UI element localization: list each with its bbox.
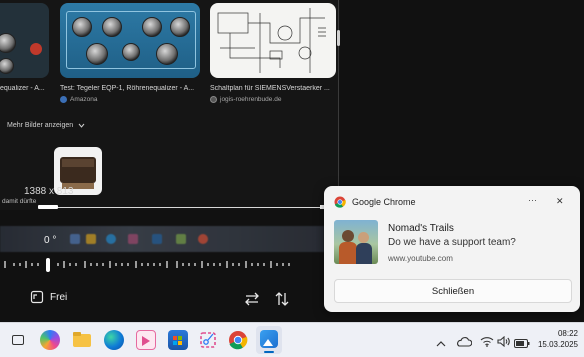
result-source-2-label: Amazona [70, 96, 98, 103]
notification-more-button[interactable]: ··· [528, 195, 537, 205]
chrome-taskbar-icon[interactable] [228, 330, 248, 350]
task-view-icon[interactable] [8, 330, 28, 350]
result-caption-1[interactable]: equalizer - A... [0, 85, 50, 92]
file-explorer-icon[interactable] [72, 330, 92, 350]
result-thumbnail-2[interactable] [60, 3, 200, 78]
result-source-2[interactable]: Amazona [60, 96, 97, 103]
result-source-3-label: jogis-roehrenbude.de [220, 96, 282, 103]
notification-dismiss-label: Schließen [431, 285, 475, 297]
clipchamp-icon[interactable] [136, 330, 156, 350]
notification-app-name: Google Chrome [352, 197, 416, 207]
notification-image [334, 220, 378, 264]
flip-horizontal-button[interactable] [244, 291, 260, 307]
notification-title: Nomad's Trails [388, 223, 454, 234]
clock-time: 08:22 [557, 329, 578, 338]
aspect-free-label: Frei [50, 291, 68, 303]
notification-close-button[interactable]: ✕ [556, 196, 564, 207]
chrome-taskbar-glyph [229, 331, 248, 350]
amazona-favicon-icon [60, 96, 67, 103]
result-caption-2[interactable]: Test: Tegeler EQP-1, Röhrenequalizer - A… [60, 85, 202, 92]
crop-handle-left[interactable] [38, 205, 58, 209]
rotation-slider-thumb[interactable] [46, 258, 50, 272]
snipping-tool-icon[interactable] [198, 330, 218, 350]
flip-horizontal-icon [245, 292, 259, 306]
notification-dismiss-button[interactable]: Schließen [334, 279, 572, 303]
active-app-highlight[interactable] [256, 326, 282, 354]
image-dimensions: 1388 x 813 [24, 186, 74, 197]
snipping-tool-glyph [200, 332, 216, 348]
image-results-panel: equalizer - A... Test: Tegeler EQP-1, Rö… [0, 0, 338, 210]
tray-overflow-chevron-icon[interactable] [436, 335, 446, 353]
rotation-value: 0 ° [44, 235, 57, 246]
result-source-3[interactable]: jogis-roehrenbude.de [210, 96, 281, 103]
wifi-icon[interactable] [480, 334, 494, 352]
result-caption-3[interactable]: Schaltplan für SIEMENSVerstaerker ... [210, 85, 338, 92]
aspect-ratio-icon [30, 290, 44, 304]
chrome-logo-icon [334, 196, 346, 208]
clock-date: 15.03.2025 [537, 340, 578, 349]
scrollbar-thumb[interactable] [337, 30, 340, 46]
taskbar: 08:22 15.03.2025 [0, 322, 584, 357]
crop-line [40, 207, 324, 208]
more-images-link[interactable]: Mehr Bilder anzeigen [7, 122, 85, 129]
active-indicator [264, 351, 274, 353]
rotation-ruler[interactable] [0, 255, 324, 275]
notification-message: Do we have a support team? [388, 237, 516, 248]
chevron-down-icon [78, 123, 85, 128]
clock[interactable]: 08:22 15.03.2025 [532, 328, 578, 350]
flip-vertical-button[interactable] [274, 291, 290, 307]
battery-icon[interactable] [514, 335, 530, 353]
volume-icon[interactable] [497, 334, 511, 352]
jogis-favicon-icon [210, 96, 217, 103]
onedrive-icon[interactable] [456, 334, 473, 352]
edge-icon[interactable] [104, 330, 124, 350]
aspect-free-button[interactable]: Frei [30, 290, 67, 304]
result-thumbnail-3[interactable] [210, 3, 336, 78]
more-images-label: Mehr Bilder anzeigen [7, 122, 74, 129]
result-thumbnail-1[interactable] [0, 3, 49, 78]
copilot-icon[interactable] [40, 330, 60, 350]
flip-vertical-icon [275, 292, 289, 306]
schematic-image [217, 8, 326, 73]
chrome-notification[interactable]: Google Chrome ··· ✕ Nomad's Trails Do we… [324, 186, 580, 312]
photos-app-icon [260, 330, 278, 348]
microsoft-store-icon[interactable] [168, 330, 188, 350]
partial-caption: damit dürfte [2, 198, 37, 205]
notification-site: www.youtube.com [388, 254, 453, 263]
